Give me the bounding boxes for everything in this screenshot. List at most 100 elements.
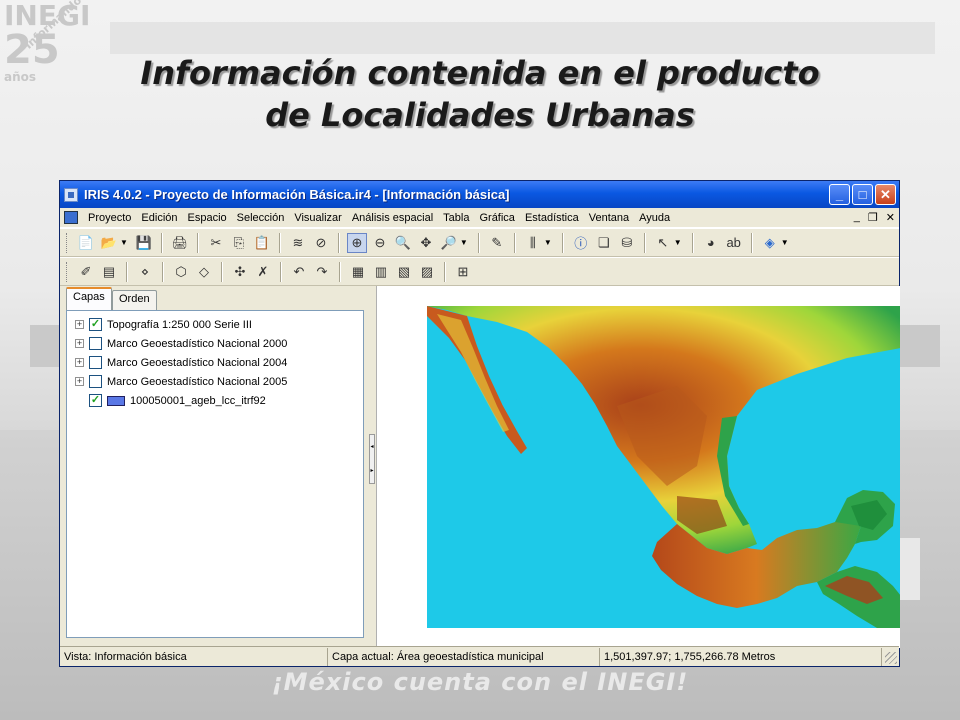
menu-visualizar[interactable]: Visualizar xyxy=(289,212,347,224)
query-icon[interactable]: ❏ xyxy=(594,233,614,253)
label-icon[interactable]: ab xyxy=(724,233,744,253)
expand-icon[interactable]: + xyxy=(75,358,84,367)
export-icon[interactable]: ⊞ xyxy=(453,262,473,282)
pencil-icon[interactable]: ✎ xyxy=(487,233,507,253)
zoom-window-icon[interactable]: 🔎 xyxy=(439,233,459,253)
redo-icon[interactable]: ↷ xyxy=(312,262,332,282)
layer-checkbox[interactable] xyxy=(89,356,102,369)
menu-seleccion[interactable]: Selección xyxy=(232,212,290,224)
layer-row-mgn-2005[interactable]: + Marco Geoestadístico Nacional 2005 xyxy=(67,372,363,391)
edit-table-icon[interactable]: ▤ xyxy=(99,262,119,282)
clear-layers-icon[interactable]: ⊘ xyxy=(311,233,331,253)
menu-ayuda[interactable]: Ayuda xyxy=(634,212,675,224)
terrain-map[interactable] xyxy=(377,286,900,648)
slide-header-band xyxy=(110,22,935,54)
doc-minimize-button[interactable]: _ xyxy=(854,211,860,224)
resize-grip[interactable] xyxy=(885,652,897,664)
layer-checkbox[interactable]: ✓ xyxy=(89,318,102,331)
theme-icon[interactable]: ◕ xyxy=(701,233,721,253)
menu-ventana[interactable]: Ventana xyxy=(584,212,634,224)
sql-table-icon[interactable]: ▦ xyxy=(348,262,368,282)
measure-icon[interactable]: ⫼ xyxy=(523,233,543,253)
vertex-icon[interactable]: ⋄ xyxy=(135,262,155,282)
node-icon[interactable]: ⬡ xyxy=(171,262,191,282)
panel-tabs: Capas Orden xyxy=(62,286,367,310)
polygon-icon[interactable]: ◇ xyxy=(194,262,214,282)
toolbar-separator xyxy=(280,261,282,282)
layer-label: 100050001_ageb_lcc_itrf92 xyxy=(130,394,266,407)
info-icon[interactable]: ⓘ xyxy=(571,233,591,253)
status-bar: Vista: Información básica Capa actual: Á… xyxy=(60,646,899,666)
zoom-dropdown-icon[interactable]: ▼ xyxy=(460,238,468,247)
select-dropdown-icon[interactable]: ▼ xyxy=(674,238,682,247)
layer-tree[interactable]: + ✓ Topografía 1:250 000 Serie III + Mar… xyxy=(66,310,364,638)
copy-icon[interactable]: ⎘ xyxy=(229,233,249,253)
diamond-dropdown-icon[interactable]: ▼ xyxy=(781,238,789,247)
zoom-in-icon[interactable]: ⊕ xyxy=(346,232,367,253)
zoom-extent-icon[interactable]: 🔍 xyxy=(393,233,413,253)
table-grid-icon[interactable]: ▥ xyxy=(371,262,391,282)
layer-checkbox[interactable] xyxy=(89,337,102,350)
layers-icon[interactable]: ≋ xyxy=(288,233,308,253)
paste-icon[interactable]: 📋 xyxy=(252,233,272,253)
toolbar-separator xyxy=(444,261,446,282)
maximize-button[interactable]: □ xyxy=(852,184,873,205)
expand-icon[interactable]: + xyxy=(75,320,84,329)
layer-row-ageb[interactable]: ✓ 100050001_ageb_lcc_itrf92 xyxy=(67,391,363,410)
open-dropdown-icon[interactable]: ▼ xyxy=(120,238,128,247)
toolbar-separator xyxy=(561,232,564,253)
new-document-icon[interactable]: 📄 xyxy=(76,233,96,253)
splitter-handle[interactable]: ◂ ▸ xyxy=(369,434,375,484)
panel-splitter[interactable]: ◂ ▸ xyxy=(368,286,376,648)
toolbar-grip[interactable] xyxy=(66,261,69,282)
layer-row-mgn-2004[interactable]: + Marco Geoestadístico Nacional 2004 xyxy=(67,353,363,372)
diamond-icon[interactable]: ◈ xyxy=(760,233,780,253)
layer-checkbox[interactable] xyxy=(89,375,102,388)
map-view[interactable] xyxy=(376,286,900,648)
print-icon[interactable]: 🖨 xyxy=(170,233,190,253)
expand-icon[interactable]: + xyxy=(75,339,84,348)
measure-dropdown-icon[interactable]: ▼ xyxy=(544,238,552,247)
undo-icon[interactable]: ↶ xyxy=(289,262,309,282)
doc-close-button[interactable]: ✕ xyxy=(886,211,895,224)
menu-edicion[interactable]: Edición xyxy=(136,212,182,224)
tab-orden[interactable]: Orden xyxy=(112,290,157,310)
toolbar-separator xyxy=(337,232,340,253)
delete-vertex-icon[interactable]: ✗ xyxy=(253,262,273,282)
menu-grafica[interactable]: Gráfica xyxy=(474,212,519,224)
doc-restore-button[interactable]: ❐ xyxy=(868,211,878,224)
toolbar-grip[interactable] xyxy=(66,232,69,253)
save-icon[interactable]: 💾 xyxy=(134,233,154,253)
expand-icon[interactable]: + xyxy=(75,377,84,386)
layers-panel: Capas Orden + ✓ Topografía 1:250 000 Ser… xyxy=(62,286,367,648)
minimize-button[interactable]: _ xyxy=(829,184,850,205)
table-join-icon[interactable]: ▧ xyxy=(394,262,414,282)
add-vertex-icon[interactable]: ✣ xyxy=(230,262,250,282)
cut-icon[interactable]: ✂ xyxy=(206,233,226,253)
table-edit-icon[interactable]: ▨ xyxy=(417,262,437,282)
status-view: Vista: Información básica xyxy=(60,647,328,666)
toolbar-separator xyxy=(196,232,199,253)
toolbar-separator xyxy=(643,232,646,253)
window-titlebar[interactable]: IRIS 4.0.2 - Proyecto de Información Bás… xyxy=(60,181,899,208)
open-folder-icon[interactable]: 📂 xyxy=(99,233,119,253)
menu-espacio[interactable]: Espacio xyxy=(183,212,232,224)
tab-capas[interactable]: Capas xyxy=(66,287,112,310)
menu-estadistica[interactable]: Estadística xyxy=(520,212,584,224)
edit-icon[interactable]: ✐ xyxy=(76,262,96,282)
layer-row-mgn-2000[interactable]: + Marco Geoestadístico Nacional 2000 xyxy=(67,334,363,353)
app-icon[interactable] xyxy=(64,187,78,202)
close-button[interactable]: ✕ xyxy=(875,184,896,205)
document-icon[interactable] xyxy=(64,211,78,224)
zoom-out-icon[interactable]: ⊖ xyxy=(370,233,390,253)
menu-tabla[interactable]: Tabla xyxy=(438,212,474,224)
layer-row-topografia[interactable]: + ✓ Topografía 1:250 000 Serie III xyxy=(67,315,363,334)
menu-proyecto[interactable]: Proyecto xyxy=(83,212,136,224)
slide-decoration xyxy=(898,538,920,600)
pan-icon[interactable]: ✥ xyxy=(416,233,436,253)
slide-title-line-1: Información contenida en el producto xyxy=(140,54,820,92)
select-pointer-icon[interactable]: ↖ xyxy=(653,233,673,253)
layer-checkbox[interactable]: ✓ xyxy=(89,394,102,407)
identify-icon[interactable]: ⛁ xyxy=(617,233,637,253)
menu-analisis-espacial[interactable]: Análisis espacial xyxy=(347,212,438,224)
